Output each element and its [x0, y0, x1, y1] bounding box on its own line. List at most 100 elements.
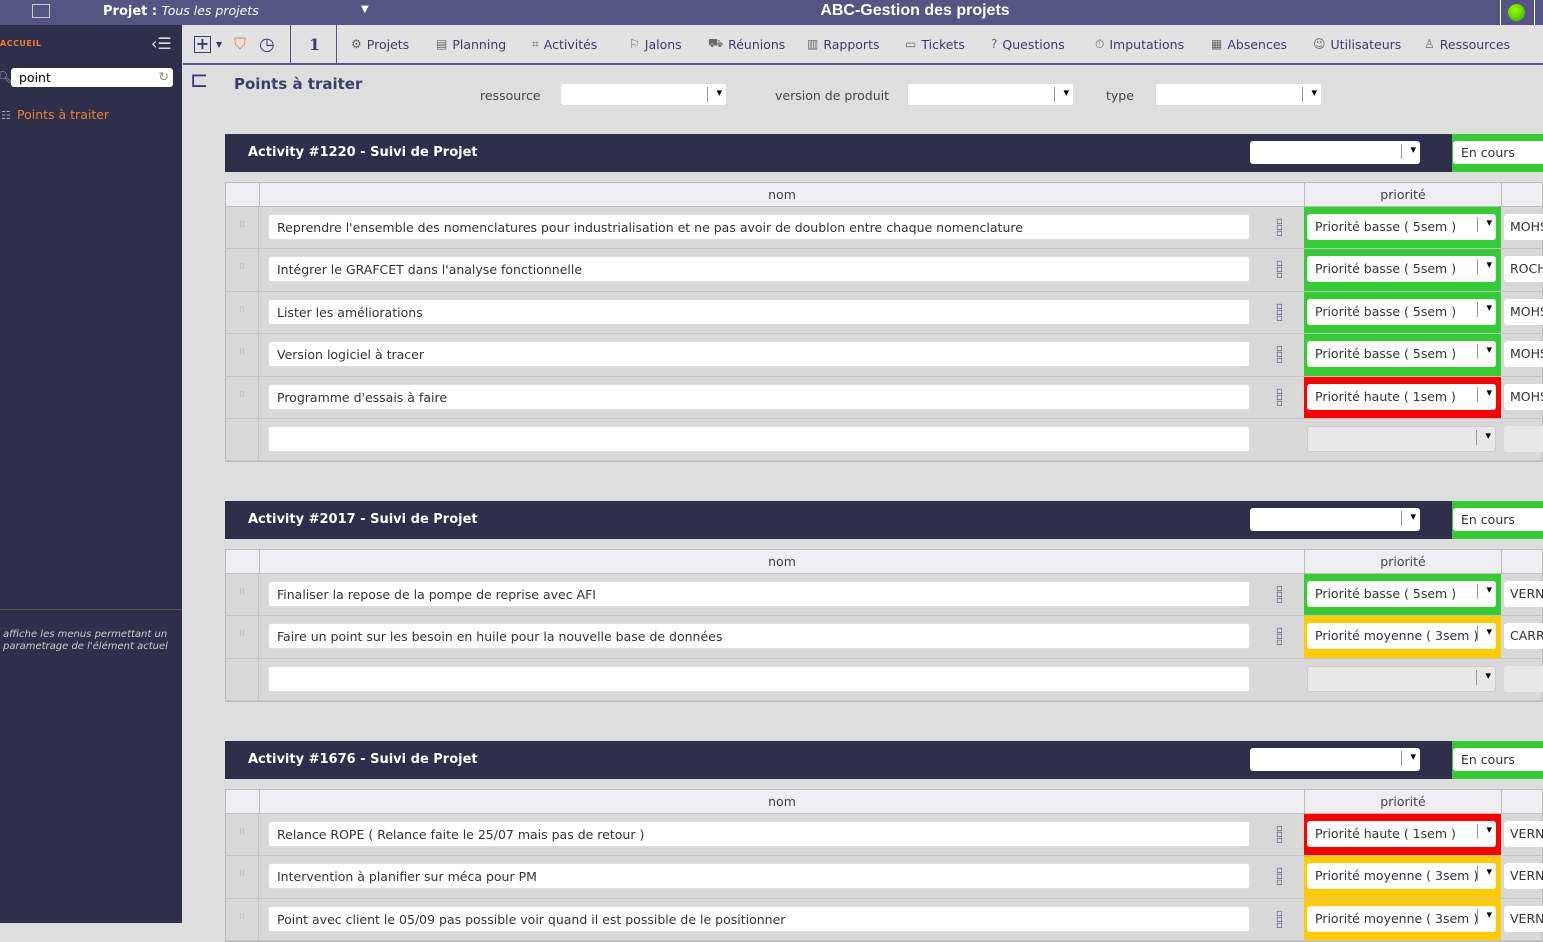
- new-priority-select[interactable]: [1307, 665, 1496, 692]
- status-badge[interactable]: En cours: [1452, 501, 1543, 539]
- menu-9[interactable]: ⏱ Imputations: [1095, 25, 1184, 63]
- section-select[interactable]: [1250, 748, 1420, 771]
- section-title: Activity #1676 - Suivi de Projet: [248, 752, 478, 767]
- more-options-icon[interactable]: ▫ ▫ ▫: [1276, 626, 1284, 648]
- resource-field[interactable]: MOHS: [1504, 341, 1543, 368]
- section-select[interactable]: [1250, 508, 1420, 531]
- filter-ressource-select[interactable]: [560, 83, 727, 106]
- drag-handle-icon[interactable]: ⁞⁞: [226, 856, 259, 898]
- drag-handle-icon[interactable]: ⁞⁞: [226, 574, 259, 616]
- divider: [336, 25, 337, 63]
- section-select[interactable]: [1250, 141, 1420, 164]
- status-badge[interactable]: En cours: [1452, 741, 1543, 779]
- section-header: Activity #2017 - Suivi de Projet En cour…: [225, 501, 1543, 539]
- new-nom-field[interactable]: [268, 665, 1250, 692]
- new-nom-field[interactable]: [268, 425, 1250, 452]
- column-ressource: [1501, 790, 1543, 814]
- resource-field[interactable]: CARR: [1504, 623, 1543, 650]
- priority-select[interactable]: Priorité moyenne ( 3sem ): [1307, 905, 1496, 932]
- more-options-icon[interactable]: ▫ ▫ ▫: [1276, 866, 1284, 888]
- menu-4[interactable]: ⚐ Jalons: [629, 25, 682, 63]
- drag-handle-icon[interactable]: ⁞⁞: [226, 616, 259, 658]
- resource-field[interactable]: VERN: [1504, 821, 1543, 847]
- menu-5[interactable]: ⛟ Réunions: [708, 25, 785, 63]
- search-input[interactable]: point ↻: [11, 68, 173, 87]
- more-options-icon[interactable]: ▫ ▫ ▫: [1276, 908, 1284, 930]
- sidebar-item-points[interactable]: Points à traiter: [17, 107, 109, 122]
- filter-type-select[interactable]: [1155, 83, 1322, 106]
- new-priority-select[interactable]: [1307, 425, 1496, 452]
- priority-select[interactable]: Priorité basse ( 5sem ): [1307, 581, 1496, 607]
- nom-field[interactable]: Point avec client le 05/09 pas possible …: [268, 905, 1250, 932]
- more-options-icon[interactable]: ▫ ▫ ▫: [1276, 584, 1284, 606]
- menu-10[interactable]: ▦ Absences: [1211, 25, 1287, 63]
- more-options-icon[interactable]: ▫ ▫ ▫: [1276, 259, 1284, 281]
- nom-field[interactable]: Programme d'essais à faire: [268, 383, 1250, 410]
- nom-field[interactable]: Faire un point sur les besoin en huile p…: [268, 623, 1250, 650]
- more-options-icon[interactable]: ▫ ▫ ▫: [1276, 824, 1284, 846]
- status-indicator-icon: [1508, 4, 1525, 21]
- priority-select[interactable]: Priorité haute ( 1sem ): [1307, 821, 1496, 847]
- menu-3[interactable]: ⌗ Activités: [532, 25, 597, 63]
- menu-label: Absences: [1227, 36, 1288, 52]
- menu-label: Imputations: [1109, 36, 1185, 52]
- more-options-icon[interactable]: ▫ ▫ ▫: [1276, 344, 1284, 366]
- more-options-icon[interactable]: ▫ ▫ ▫: [1276, 386, 1284, 408]
- status-badge[interactable]: En cours: [1452, 134, 1543, 172]
- drag-handle-icon[interactable]: ⁞⁞: [226, 334, 259, 376]
- points-table: nom priorité ⁞⁞ Relance ROPE ( Relance fa…: [225, 789, 1543, 942]
- priority-select[interactable]: Priorité basse ( 5sem ): [1307, 298, 1496, 325]
- resource-field[interactable]: VERN: [1504, 581, 1543, 607]
- priority-select[interactable]: Priorité basse ( 5sem ): [1307, 341, 1496, 368]
- nom-field[interactable]: Relance ROPE ( Relance faite le 25/07 ma…: [268, 821, 1250, 847]
- toolbar: + ▼ ⛉ ◷ 1 ⚙ Projets ▤ Planning ⌗ Activités ⚐ Jal…: [183, 25, 1543, 65]
- menu-12[interactable]: ♙ Ressources: [1424, 25, 1510, 63]
- nom-field[interactable]: Finaliser la repose de la pompe de repri…: [268, 581, 1250, 607]
- resource-field[interactable]: MOHS: [1504, 383, 1543, 410]
- resource-field[interactable]: MOHS: [1504, 298, 1543, 325]
- drag-handle-icon[interactable]: ⁞⁞: [226, 249, 259, 291]
- nom-field[interactable]: Lister les améliorations: [268, 298, 1250, 325]
- new-resource-field[interactable]: [1504, 425, 1543, 452]
- nom-field[interactable]: Version logiciel à tracer: [268, 341, 1250, 368]
- count-badge[interactable]: 1: [309, 25, 320, 63]
- drag-handle-icon[interactable]: ⁞⁞: [226, 291, 259, 334]
- nom-field[interactable]: Intégrer le GRAFCET dans l'analyse fonct…: [268, 256, 1250, 283]
- priority-cell: Priorité basse ( 5sem ): [1304, 249, 1501, 291]
- menu-11[interactable]: ☺ Utilisateurs: [1313, 25, 1401, 63]
- resource-field[interactable]: MOHS: [1504, 214, 1543, 240]
- menu-6[interactable]: ▥ Rapports: [807, 25, 879, 63]
- menu-1[interactable]: ⚙ Projets: [351, 25, 409, 63]
- menu-7[interactable]: ▭ Tickets: [905, 25, 965, 63]
- new-resource-field[interactable]: [1504, 665, 1543, 692]
- menu-icon: ♙: [1424, 37, 1435, 51]
- add-button[interactable]: + ▼: [194, 25, 222, 63]
- priority-select[interactable]: Priorité moyenne ( 3sem ): [1307, 863, 1496, 890]
- priority-select[interactable]: Priorité haute ( 1sem ): [1307, 383, 1496, 410]
- resource-field[interactable]: ROCH: [1504, 256, 1543, 283]
- more-options-icon[interactable]: ▫ ▫ ▫: [1276, 217, 1284, 239]
- resource-field[interactable]: VERN: [1504, 905, 1543, 932]
- drag-handle-icon[interactable]: ⁞⁞: [226, 898, 259, 941]
- nom-field[interactable]: Intervention à planifier sur méca pour P…: [268, 863, 1250, 890]
- resource-field[interactable]: VERN: [1504, 863, 1543, 890]
- drag-handle-icon[interactable]: ⁞⁞: [226, 207, 259, 249]
- collapse-menu-icon[interactable]: ‹☰: [151, 34, 172, 53]
- menu-8[interactable]: ? Questions: [991, 25, 1065, 63]
- reset-icon[interactable]: ↻: [159, 69, 169, 84]
- priority-cell: Priorité basse ( 5sem ): [1304, 574, 1501, 616]
- history-icon[interactable]: ◷: [259, 25, 275, 63]
- more-options-icon[interactable]: ▫ ▫ ▫: [1276, 301, 1284, 323]
- drag-handle-icon[interactable]: ⁞⁞: [226, 814, 259, 856]
- filter-version-select[interactable]: [907, 83, 1074, 106]
- bookmark-icon[interactable]: ⛉: [234, 25, 246, 63]
- priority-select[interactable]: Priorité basse ( 5sem ): [1307, 256, 1496, 283]
- priority-select[interactable]: Priorité basse ( 5sem ): [1307, 214, 1496, 240]
- priority-select[interactable]: Priorité moyenne ( 3sem ): [1307, 623, 1496, 650]
- drag-handle-icon[interactable]: ⁞⁞: [226, 376, 259, 418]
- menu-2[interactable]: ▤ Planning: [436, 25, 506, 63]
- table-row: ⁞⁞ Intégrer le GRAFCET dans l'analyse fo…: [226, 249, 1543, 292]
- nom-field[interactable]: Reprendre l'ensemble des nomenclatures p…: [268, 214, 1250, 240]
- top-bar: Projet : Tous les projets ▼ ABC-Gestion …: [0, 0, 1543, 25]
- table-row: ⁞⁞ Point avec client le 05/09 pas possib…: [226, 898, 1543, 942]
